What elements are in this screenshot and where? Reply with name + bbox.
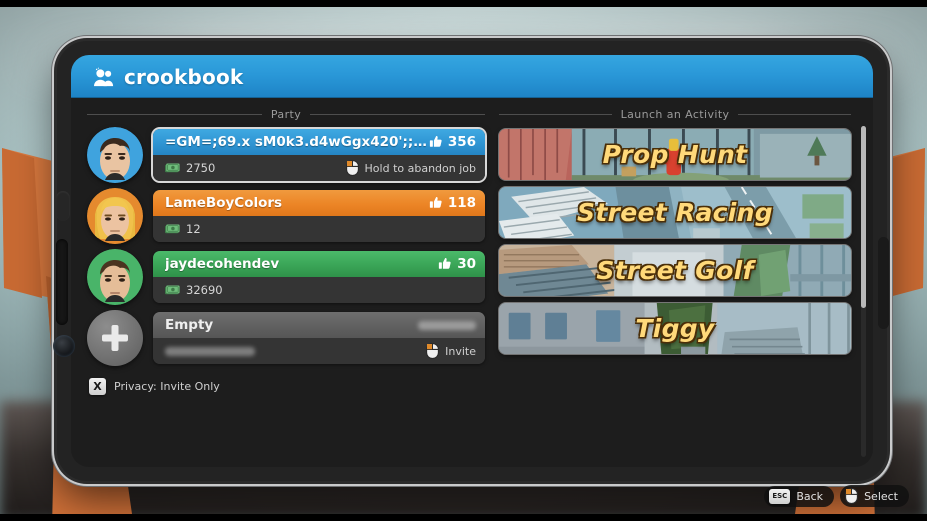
privacy-label: Privacy: Invite Only: [114, 380, 220, 393]
phone-power-button[interactable]: [878, 237, 889, 329]
phone-side-button[interactable]: [56, 191, 70, 221]
party-member-row[interactable]: jaydecohendev 30 32690: [87, 249, 485, 305]
party-member-row[interactable]: =GM=;69.x sM0k3.d4wGgx420';;w3$+ 356 275…: [87, 127, 485, 183]
member-footer: 32690: [153, 277, 485, 303]
letterbox-bottom: [0, 514, 927, 521]
activity-section-title: Launch an Activity: [620, 108, 730, 121]
x-key-icon: X: [89, 378, 106, 395]
party-member-card[interactable]: =GM=;69.x sM0k3.d4wGgx420';;w3$+ 356 275…: [153, 129, 485, 181]
empty-slot-footer: Invite: [153, 338, 485, 364]
invite-action[interactable]: Invite: [426, 343, 476, 359]
abandon-job-action[interactable]: Hold to abandon job: [345, 160, 476, 176]
member-cash-amount: 12: [186, 222, 201, 236]
button-prompts: ESC Back Select: [764, 485, 909, 507]
member-name: jaydecohendev: [165, 256, 280, 272]
mouse-icon: [426, 343, 440, 359]
divider-line: [87, 114, 262, 115]
member-cash-amount: 2750: [186, 161, 216, 175]
divider-line: [499, 114, 612, 115]
party-empty-slot-row[interactable]: Empty Invite: [87, 310, 485, 366]
phone-device: crookbook Party =GM=;69.x sM0k3.d4wGgx42…: [53, 41, 889, 481]
activity-column: Launch an Activity Prop Hunt Street Raci…: [491, 108, 873, 467]
select-label: Select: [864, 489, 898, 503]
member-likes: 118: [429, 195, 476, 211]
divider-line: [738, 114, 851, 115]
empty-slot-label: Empty: [165, 317, 214, 333]
thumbs-up-icon: [429, 197, 442, 208]
member-cash: 12: [165, 222, 201, 236]
activity-label: Street Racing: [577, 198, 773, 227]
abandon-job-label: Hold to abandon job: [364, 161, 476, 175]
back-prompt[interactable]: ESC Back: [764, 485, 835, 507]
mouse-icon: [345, 160, 359, 176]
party-section-title: Party: [270, 108, 302, 121]
activity-label: Street Golf: [596, 256, 754, 285]
member-likes-count: 356: [447, 134, 476, 150]
activity-card-tiggy[interactable]: Tiggy: [499, 303, 851, 354]
activity-card-prop-hunt[interactable]: Prop Hunt: [499, 129, 851, 180]
member-footer: 12: [153, 216, 485, 242]
cash-icon: [165, 163, 180, 172]
thumbs-up-icon: [439, 258, 451, 269]
member-cash: 2750: [165, 161, 215, 175]
privacy-setting[interactable]: X Privacy: Invite Only: [89, 378, 485, 395]
plus-icon: [102, 325, 128, 351]
avatar: [87, 127, 143, 183]
member-cash-amount: 32690: [186, 283, 223, 297]
invite-label: Invite: [445, 344, 476, 358]
member-likes-count: 30: [457, 256, 476, 272]
mouse-icon: [845, 488, 859, 504]
cash-icon: [165, 285, 180, 294]
group-people-icon: [94, 66, 114, 86]
party-member-card[interactable]: jaydecohendev 30 32690: [153, 251, 485, 303]
placeholder-bar: [418, 320, 476, 330]
avatar: [87, 188, 143, 244]
select-prompt[interactable]: Select: [840, 485, 909, 507]
member-likes: 356: [429, 134, 476, 150]
scrollbar-thumb[interactable]: [861, 126, 866, 309]
activity-label: Tiggy: [635, 314, 715, 343]
cash-icon: [165, 224, 180, 233]
member-header: LameBoyColors 118: [153, 190, 485, 216]
empty-slot-header: Empty: [153, 312, 485, 338]
party-member-row[interactable]: LameBoyColors 118 12: [87, 188, 485, 244]
member-name: LameBoyColors: [165, 195, 283, 211]
member-name: =GM=;69.x sM0k3.d4wGgx420';;w3$+: [165, 134, 429, 150]
member-cash: 32690: [165, 283, 223, 297]
activity-card-street-racing[interactable]: Street Racing: [499, 187, 851, 238]
member-likes-count: 118: [447, 195, 476, 211]
party-column: Party =GM=;69.x sM0k3.d4wGgx420';;w3$+ 3…: [71, 108, 491, 467]
letterbox-top: [0, 0, 927, 7]
activity-card-street-golf[interactable]: Street Golf: [499, 245, 851, 296]
thumbs-up-icon: [429, 136, 442, 147]
screen-body: Party =GM=;69.x sM0k3.d4wGgx420';;w3$+ 3…: [71, 98, 873, 467]
member-likes: 30: [438, 256, 476, 272]
placeholder-bar: [165, 346, 255, 356]
member-header: =GM=;69.x sM0k3.d4wGgx420';;w3$+ 356: [153, 129, 485, 155]
member-header: jaydecohendev 30: [153, 251, 485, 277]
phone-volume-button[interactable]: [56, 239, 68, 325]
phone-camera-lens: [53, 335, 75, 357]
app-header-bar: crookbook: [71, 55, 873, 98]
phone-screen: crookbook Party =GM=;69.x sM0k3.d4wGgx42…: [71, 55, 873, 467]
avatar: [87, 249, 143, 305]
empty-slot-card[interactable]: Empty Invite: [153, 312, 485, 364]
member-footer: 2750 Hold to abandon job: [153, 155, 485, 181]
activity-section-header: Launch an Activity: [499, 108, 851, 121]
back-label: Back: [796, 489, 824, 503]
divider-line: [310, 114, 486, 115]
party-member-card[interactable]: LameBoyColors 118 12: [153, 190, 485, 242]
add-member-button[interactable]: [87, 310, 143, 366]
party-section-header: Party: [87, 108, 486, 121]
activity-scrollbar[interactable]: [861, 126, 866, 457]
activity-label: Prop Hunt: [602, 140, 748, 169]
esc-key-icon: ESC: [769, 488, 791, 504]
app-title: crookbook: [124, 64, 244, 89]
